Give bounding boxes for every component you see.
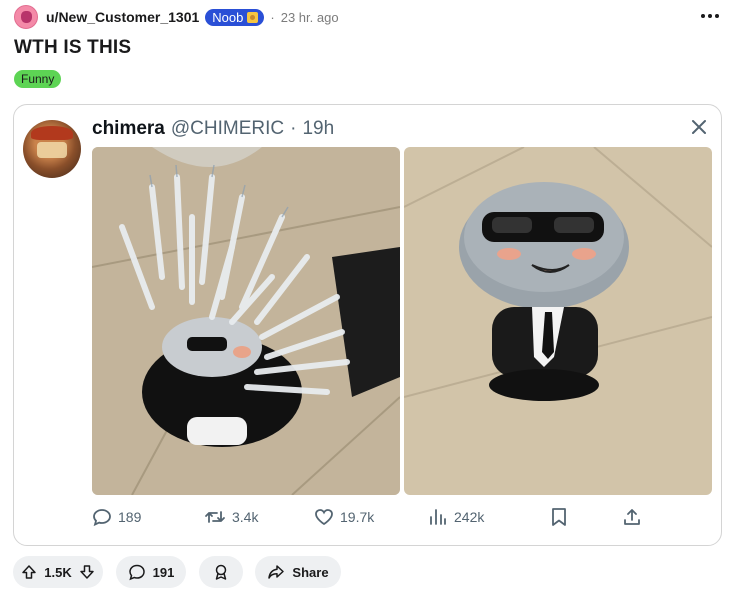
share-arrow-icon — [268, 565, 285, 579]
separator-dot: · — [270, 9, 275, 25]
tweet-share-button[interactable] — [622, 507, 642, 527]
bookmark-icon — [552, 508, 566, 526]
user-flair-badge: Noob — [205, 8, 265, 26]
tweet-meta: chimera @CHIMERIC · 19h — [92, 118, 334, 140]
plush-with-syringes-photo[interactable] — [92, 147, 400, 495]
reply-icon — [93, 509, 111, 527]
comment-bubble-icon — [128, 564, 145, 581]
user-avatar[interactable] — [14, 5, 38, 29]
more-options-icon[interactable] — [698, 6, 722, 26]
upvote-arrow-icon[interactable] — [21, 564, 37, 580]
tweet-actions: 189 3.4k 19.7k 242k — [92, 507, 712, 529]
tweet-like-button[interactable]: 19.7k — [314, 507, 374, 527]
retweet-icon — [205, 511, 225, 523]
award-ribbon-icon — [215, 564, 227, 580]
comment-count: 191 — [152, 564, 175, 580]
tweet-retweet-button[interactable]: 3.4k — [204, 507, 258, 527]
close-icon[interactable] — [689, 117, 709, 137]
vote-control: 1.5K — [13, 556, 103, 588]
tweet-display-name[interactable]: chimera — [92, 118, 165, 140]
like-count: 19.7k — [340, 509, 375, 525]
share-upload-icon — [624, 509, 640, 525]
comments-button[interactable]: 191 — [116, 556, 186, 588]
tweet-bookmark-button[interactable] — [550, 507, 568, 527]
tweet-author-avatar[interactable] — [23, 120, 81, 178]
tweet-reply-button[interactable]: 189 — [92, 507, 141, 527]
tweet-separator: · — [290, 118, 297, 139]
post-title[interactable]: WTH IS THIS — [14, 37, 131, 59]
post-flair[interactable]: Funny — [14, 70, 62, 88]
share-button[interactable]: Share — [255, 556, 341, 588]
plush-with-sunglasses-photo[interactable] — [404, 147, 712, 495]
vote-count: 1.5K — [44, 564, 72, 580]
award-button[interactable] — [199, 556, 243, 588]
post-header: u/New_Customer_1301 Noob · 23 hr. ago — [14, 4, 339, 30]
post-timestamp: 23 hr. ago — [280, 9, 339, 25]
tweet-time: 19h — [302, 118, 335, 139]
views-count: 242k — [454, 509, 485, 525]
user-flair-label: Noob — [212, 9, 244, 25]
username[interactable]: u/New_Customer_1301 — [46, 9, 199, 25]
heart-icon — [315, 509, 333, 526]
embedded-tweet[interactable]: chimera @CHIMERIC · 19h 189 3.4k 19.7k 2… — [13, 104, 722, 546]
downvote-arrow-icon[interactable] — [79, 564, 95, 580]
views-chart-icon — [430, 509, 446, 525]
tweet-views-button[interactable]: 242k — [428, 507, 484, 527]
flair-emoji-icon — [247, 11, 259, 23]
reply-count: 189 — [118, 509, 142, 525]
retweet-count: 3.4k — [232, 509, 259, 525]
share-label: Share — [292, 564, 329, 580]
tweet-handle[interactable]: @CHIMERIC — [171, 118, 284, 140]
